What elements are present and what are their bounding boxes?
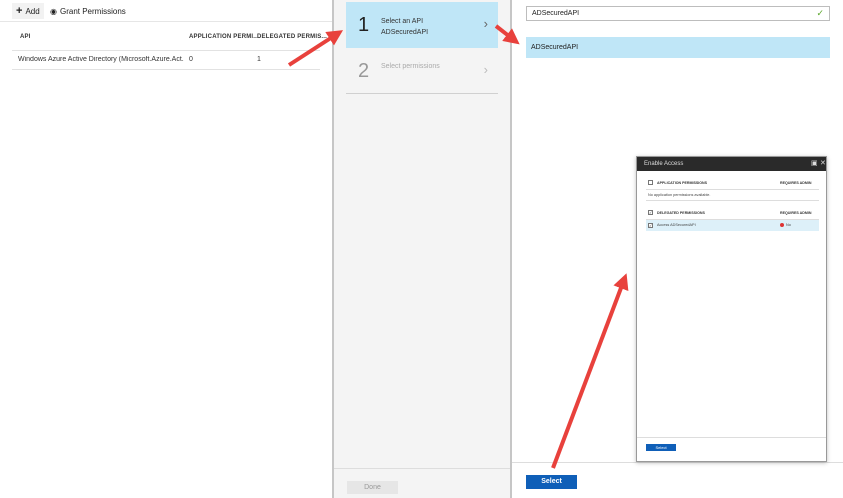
footer-divider [512,462,843,463]
requires-admin-header: REQUIRES ADMIN [780,181,812,185]
divider [646,189,819,190]
add-label: Add [25,6,40,16]
warning-icon [780,223,784,227]
step-number: 2 [358,60,370,82]
select-button[interactable]: Select [526,475,577,489]
step-select-api[interactable]: 1 Select an API ADSecuredAPI › [346,2,498,48]
column-header-delegated-permissions[interactable]: DELEGATED PERMIS... [257,34,327,40]
toolbar: + Add ◉ Grant Permissions [0,0,332,22]
checkmark-icon: ✓ [816,8,824,18]
maximize-icon[interactable]: ▣ [811,157,818,171]
cell-api-name: Windows Azure Active Directory (Microsof… [18,56,184,63]
delegated-permissions-header: DELEGATED PERMISSIONS [657,211,705,215]
cell-application-count: 0 [189,56,193,63]
delegated-permissions-checkbox[interactable]: ✓ [648,210,653,215]
column-header-application-permissions[interactable]: APPLICATION PERMI... [189,34,259,40]
column-header-api[interactable]: API [20,34,31,40]
grant-permissions-button[interactable]: ◉ Grant Permissions [50,3,126,19]
done-button[interactable]: Done [347,481,398,494]
enable-access-dialog: Enable Access ▣ ✕ APPLICATION PERMISSION… [636,156,827,462]
footer-divider [637,437,826,438]
footer-divider [334,468,510,469]
grant-permissions-label: Grant Permissions [59,6,126,16]
cell-delegated-count: 1 [257,56,261,63]
chevron-right-icon: › [483,16,488,31]
search-input[interactable]: ADSecuredAPI ✓ [526,6,830,21]
search-value: ADSecuredAPI [532,10,580,17]
required-permissions-panel: + Add ◉ Grant Permissions API APPLICATIO… [0,0,332,498]
requires-admin-header: REQUIRES ADMIN [780,211,812,215]
close-icon[interactable]: ✕ [820,157,826,171]
search-result-item[interactable]: ADSecuredAPI [526,37,830,58]
step-value: ADSecuredAPI [381,29,429,36]
requires-admin-value: No [786,223,791,227]
chevron-right-icon: › [483,62,488,77]
add-button[interactable]: + Add [12,3,44,19]
application-permissions-checkbox[interactable] [648,180,653,185]
no-application-permissions-text: No application permissions available. [648,193,711,197]
permission-checkbox[interactable]: ✓ [648,223,653,228]
add-api-access-panel: 1 Select an API ADSecuredAPI › 2 Select … [334,0,510,498]
dialog-select-button[interactable]: Select [646,444,676,451]
plus-icon: + [16,4,23,17]
step-title: Select permissions [381,63,440,70]
permission-label: Access ADSecuredAPI [657,223,696,227]
step-number: 1 [358,14,370,36]
eye-icon: ◉ [50,6,57,16]
application-permissions-header: APPLICATION PERMISSIONS [657,181,708,185]
dialog-title: Enable Access [637,157,826,171]
step-title: Select an API [381,18,424,25]
divider [646,200,819,201]
step-select-permissions[interactable]: 2 Select permissions › [346,48,498,94]
